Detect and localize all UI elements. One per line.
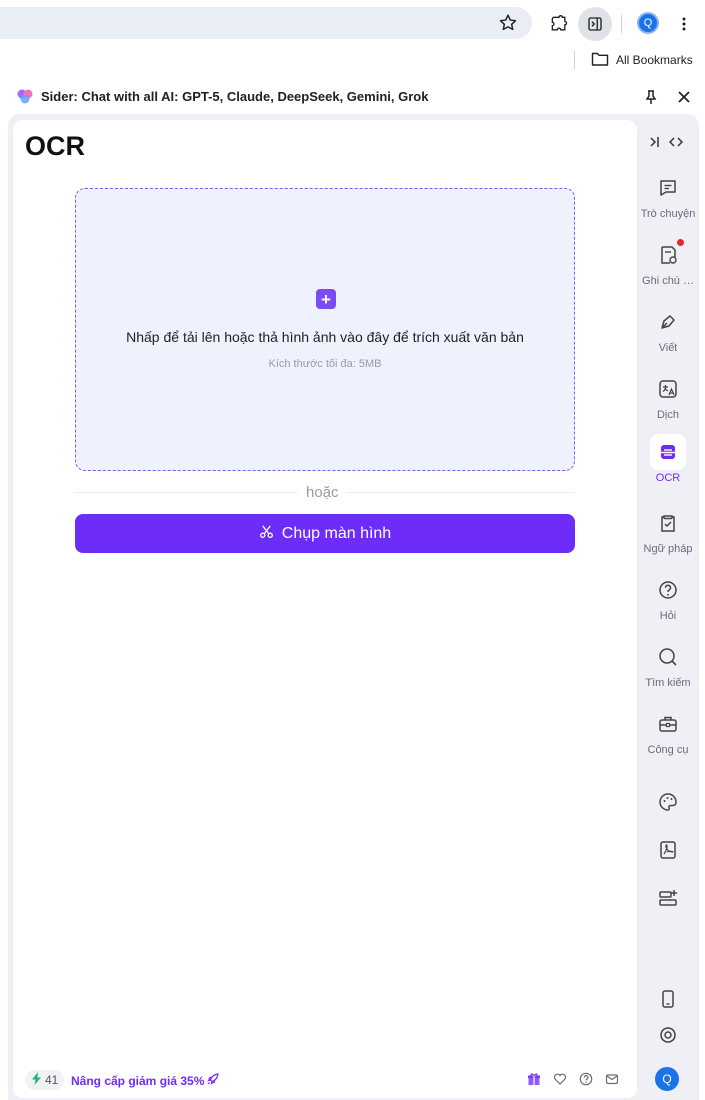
notification-dot xyxy=(677,239,684,246)
collapse-panel-icon[interactable] xyxy=(649,136,663,151)
side-panel-title: Sider: Chat with all AI: GPT-5, Claude, … xyxy=(41,89,429,104)
all-bookmarks-label: All Bookmarks xyxy=(616,53,693,67)
ocr-icon xyxy=(650,434,686,470)
ask-icon xyxy=(650,572,686,608)
translate-icon xyxy=(650,371,686,407)
rail-item-label: Công cụ xyxy=(647,744,689,756)
bookmarks-bar: All Bookmarks xyxy=(0,46,705,74)
sider-logo-icon xyxy=(16,87,34,105)
search-icon xyxy=(650,639,686,675)
rail-item-pdf[interactable] xyxy=(637,832,699,868)
rail-item-label: Dịch xyxy=(656,409,679,421)
heart-icon[interactable] xyxy=(553,1072,567,1086)
write-icon xyxy=(650,304,686,340)
add-image-icon[interactable]: + xyxy=(316,289,336,309)
rail-item-notes[interactable]: Ghi chú … xyxy=(637,237,699,287)
rail-item-label: Trò chuyện xyxy=(640,208,696,220)
rail-item-mobile[interactable] xyxy=(637,981,699,1017)
rail-item-ocr[interactable]: OCR xyxy=(637,434,699,484)
expand-width-icon[interactable] xyxy=(668,136,684,151)
folder-icon xyxy=(591,51,609,70)
footer-icons xyxy=(527,1072,619,1086)
rocket-icon xyxy=(207,1073,220,1088)
rail-item-label: Tìm kiếm xyxy=(645,677,691,689)
footer-bar: 41 Nâng cấp giảm giá 35% xyxy=(25,1070,625,1090)
dropzone-instruction: Nhấp để tải lên hoặc thả hình ảnh vào đâ… xyxy=(126,329,524,345)
rail-item-label: Viết xyxy=(658,342,678,354)
rail-item-label: OCR xyxy=(655,472,681,484)
rail-item-theme[interactable] xyxy=(637,784,699,820)
chat-icon xyxy=(650,170,686,206)
add-layout-icon xyxy=(650,880,686,916)
phone-icon xyxy=(650,981,686,1017)
rail-item-write[interactable]: Viết xyxy=(637,304,699,354)
side-panel-icon[interactable] xyxy=(578,7,612,41)
rail-item-tools[interactable]: Công cụ xyxy=(637,706,699,756)
close-icon[interactable] xyxy=(675,88,693,106)
rail-item-label: Ngữ pháp xyxy=(643,543,693,555)
pdf-icon xyxy=(650,832,686,868)
rail-item-ask[interactable]: Hỏi xyxy=(637,572,699,622)
credits-badge[interactable]: 41 xyxy=(25,1070,65,1090)
toolbar-divider xyxy=(621,15,622,33)
address-bar[interactable] xyxy=(0,7,532,39)
gift-icon[interactable] xyxy=(527,1072,541,1086)
side-panel-header: Sider: Chat with all AI: GPT-5, Claude, … xyxy=(0,84,705,110)
bookmark-star-icon[interactable] xyxy=(497,12,519,34)
rail-item-add-panel[interactable] xyxy=(637,880,699,916)
tool-rail: Trò chuyện Ghi chú … Viết Dịch OCR Ngữ p… xyxy=(637,120,699,1098)
screenshot-button-label: Chụp màn hình xyxy=(281,524,392,542)
screenshot-button[interactable]: Chụp màn hình xyxy=(75,514,575,553)
ocr-main-area: OCR + Nhấp để tải lên hoặc thả hình ảnh … xyxy=(13,120,637,1098)
tools-icon xyxy=(650,706,686,742)
scissors-icon xyxy=(259,524,274,544)
upgrade-label: Nâng cấp giảm giá 35% xyxy=(71,1073,205,1088)
account-avatar[interactable]: Q xyxy=(655,1067,679,1091)
or-divider-text: hoặc xyxy=(298,484,347,501)
all-bookmarks-button[interactable]: All Bookmarks xyxy=(591,51,693,69)
pin-icon[interactable] xyxy=(642,88,660,106)
help-icon[interactable] xyxy=(579,1072,593,1086)
upgrade-link[interactable]: Nâng cấp giảm giá 35% xyxy=(71,1073,220,1088)
rail-item-grammar[interactable]: Ngữ pháp xyxy=(637,505,699,555)
rail-item-translate[interactable]: Dịch xyxy=(637,371,699,421)
bookmarks-divider xyxy=(574,51,575,69)
upload-dropzone[interactable]: + Nhấp để tải lên hoặc thả hình ảnh vào … xyxy=(75,188,575,471)
more-menu-icon[interactable] xyxy=(670,10,698,38)
max-size-note: Kích thước tối đa: 5MB xyxy=(268,358,382,370)
rail-item-chat[interactable]: Trò chuyện xyxy=(637,170,699,220)
palette-icon xyxy=(650,784,686,820)
grammar-icon xyxy=(650,505,686,541)
rail-item-label: Hỏi xyxy=(659,610,677,622)
extensions-icon[interactable] xyxy=(545,10,573,38)
profile-avatar[interactable]: Q xyxy=(637,12,659,34)
credits-count: 41 xyxy=(45,1073,59,1087)
settings-icon xyxy=(650,1017,686,1053)
page-title: OCR xyxy=(25,131,85,161)
bolt-icon xyxy=(31,1072,42,1088)
rail-item-search[interactable]: Tìm kiếm xyxy=(637,639,699,689)
rail-item-label: Ghi chú … xyxy=(642,275,694,287)
browser-toolbar: Q xyxy=(0,0,705,46)
rail-top-controls xyxy=(649,135,689,151)
rail-item-settings[interactable] xyxy=(637,1017,699,1053)
mail-icon[interactable] xyxy=(605,1072,619,1086)
